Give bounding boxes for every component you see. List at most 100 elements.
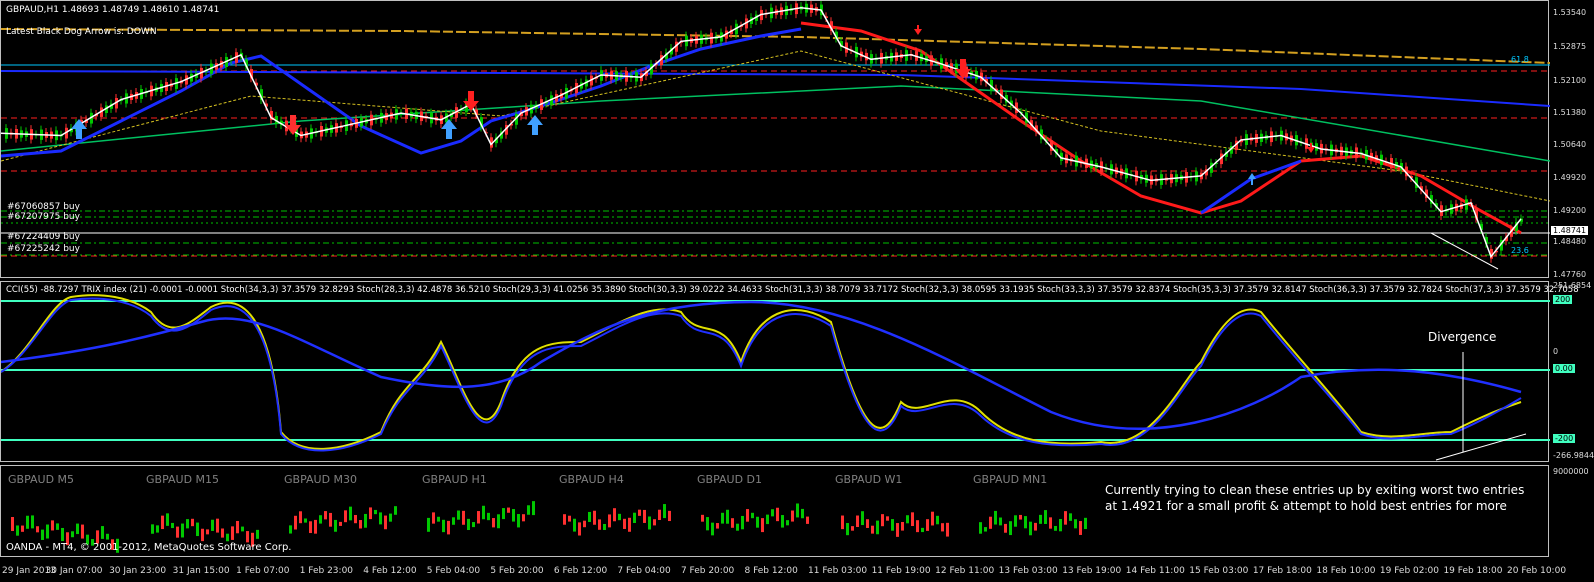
time-tick: 6 Feb 12:00: [553, 566, 608, 576]
mini-candle: [389, 513, 392, 522]
order-label[interactable]: #67060857 buy: [7, 202, 80, 212]
sell-arrow-icon: [285, 115, 301, 135]
mini-candle: [11, 517, 14, 531]
order-label[interactable]: #67224409 buy: [7, 232, 80, 242]
mini-candle: [633, 512, 636, 523]
current-price-tag: 1.48741: [1551, 226, 1589, 235]
mini-candle: [846, 523, 849, 536]
mini-candle: [359, 520, 362, 529]
mini-candle: [663, 504, 666, 519]
time-tick: 13 Feb 19:00: [1062, 566, 1122, 576]
mini-candle: [161, 515, 164, 530]
mini-candle: [653, 519, 656, 526]
mini-candle: [532, 501, 535, 516]
mini-candle: [256, 529, 259, 539]
mini-chart-label: GBPAUD H4: [559, 473, 624, 486]
sell-arrow-icon: [914, 25, 922, 35]
mini-chart-label: GBPAUD M5: [8, 473, 75, 486]
time-tick: 19 Feb 02:00: [1379, 566, 1439, 576]
multi-timeframe-pane[interactable]: GBPAUD M5 GBPAUD M15 GBPAUD M30 GBPAUD H…: [0, 465, 1549, 557]
annotation-note: Currently trying to clean these entries …: [1105, 483, 1525, 513]
mini-candle: [916, 520, 919, 533]
time-tick: 1 Feb 07:00: [236, 566, 290, 576]
mini-candle: [166, 513, 169, 526]
price-tick: 1.49920: [1553, 173, 1587, 182]
fib-label: 61.8: [1511, 55, 1529, 64]
mini-candle: [206, 529, 209, 535]
mini-candle: [442, 519, 445, 533]
mini-candle: [716, 523, 719, 529]
mini-candle: [191, 518, 194, 527]
buy-arrow-icon: [441, 119, 457, 139]
mini-candle: [364, 513, 367, 528]
divergence-label: Divergence: [1428, 330, 1497, 344]
indicator-pane[interactable]: CCI(55) -88.7297 TRIX index (21) -0.0001…: [0, 281, 1579, 462]
mini-candle: [871, 525, 874, 534]
mini-candle: [751, 512, 754, 519]
mini-candle: [171, 522, 174, 529]
mini-candle: [1084, 517, 1087, 530]
mini-candle: [56, 523, 59, 530]
mini-candle: [1039, 514, 1042, 524]
mini-candle: [1034, 522, 1037, 531]
mini-candle: [289, 525, 292, 534]
mini-candle: [989, 516, 992, 529]
mini-candle: [593, 510, 596, 525]
mini-candle: [851, 526, 854, 531]
mini-candle: [573, 518, 576, 532]
time-tick: 14 Feb 11:00: [1125, 566, 1185, 576]
mini-candle: [211, 519, 214, 531]
mini-candle: [598, 519, 601, 530]
mini-candle: [623, 518, 626, 529]
mini-candle: [334, 519, 337, 532]
mini-candle: [1029, 521, 1032, 536]
mini-candle: [432, 512, 435, 524]
mini-candle: [866, 519, 869, 528]
mini-candle: [41, 529, 44, 540]
mini-candle: [246, 531, 249, 543]
mini-candle: [354, 514, 357, 524]
mini-candle: [721, 512, 724, 524]
mini-candle: [379, 512, 382, 525]
ind-tick: 200: [1553, 295, 1573, 304]
mini-candle: [294, 515, 297, 530]
time-tick: 15 Feb 03:00: [1189, 566, 1249, 576]
mini-candle: [638, 509, 641, 516]
mini-candle: [324, 511, 327, 520]
price-chart-svg: [1, 1, 1550, 270]
price-tick: 1.49200: [1553, 206, 1587, 215]
mini-candle: [726, 509, 729, 524]
mini-candle: [618, 513, 621, 521]
mini-candle: [71, 531, 74, 538]
mini-candle: [492, 518, 495, 528]
indicator-axis: 251.6854 200 0 0.00 -200 -266.9844: [1549, 281, 1594, 462]
mini-candle: [801, 508, 804, 519]
price-tick: 1.52100: [1553, 76, 1587, 85]
mini-candle: [1004, 523, 1007, 533]
mini-candle: [482, 505, 485, 520]
order-label[interactable]: #67207975 buy: [7, 212, 80, 222]
time-tick: 5 Feb 20:00: [490, 566, 544, 576]
mini-candle: [746, 509, 749, 522]
mini-chart-label: GBPAUD M15: [146, 473, 220, 486]
mini-candle: [776, 507, 779, 522]
mini-candle: [608, 514, 611, 528]
mini-chart-label: GBPAUD H1: [422, 473, 487, 486]
price-tick: 1.52875: [1553, 42, 1587, 51]
mini-candle: [861, 511, 864, 526]
mini-candle: [741, 515, 744, 530]
mini-candle: [196, 522, 199, 537]
mini-candle: [437, 516, 440, 522]
mini-candle: [221, 528, 224, 538]
ind-tick: 0: [1553, 347, 1559, 356]
mini-candle: [766, 514, 769, 525]
mini-candle: [527, 505, 530, 515]
mini-candle: [628, 517, 631, 532]
mini-candle: [658, 509, 661, 521]
order-label[interactable]: #67225242 buy: [7, 244, 80, 254]
mini-candle: [181, 523, 184, 538]
price-chart-pane[interactable]: GBPAUD,H1 1.48693 1.48749 1.48610 1.4874…: [0, 0, 1550, 278]
volume-tick: 9000000: [1553, 467, 1589, 476]
time-tick: 11 Feb 03:00: [808, 566, 868, 576]
mini-candle: [236, 520, 239, 534]
